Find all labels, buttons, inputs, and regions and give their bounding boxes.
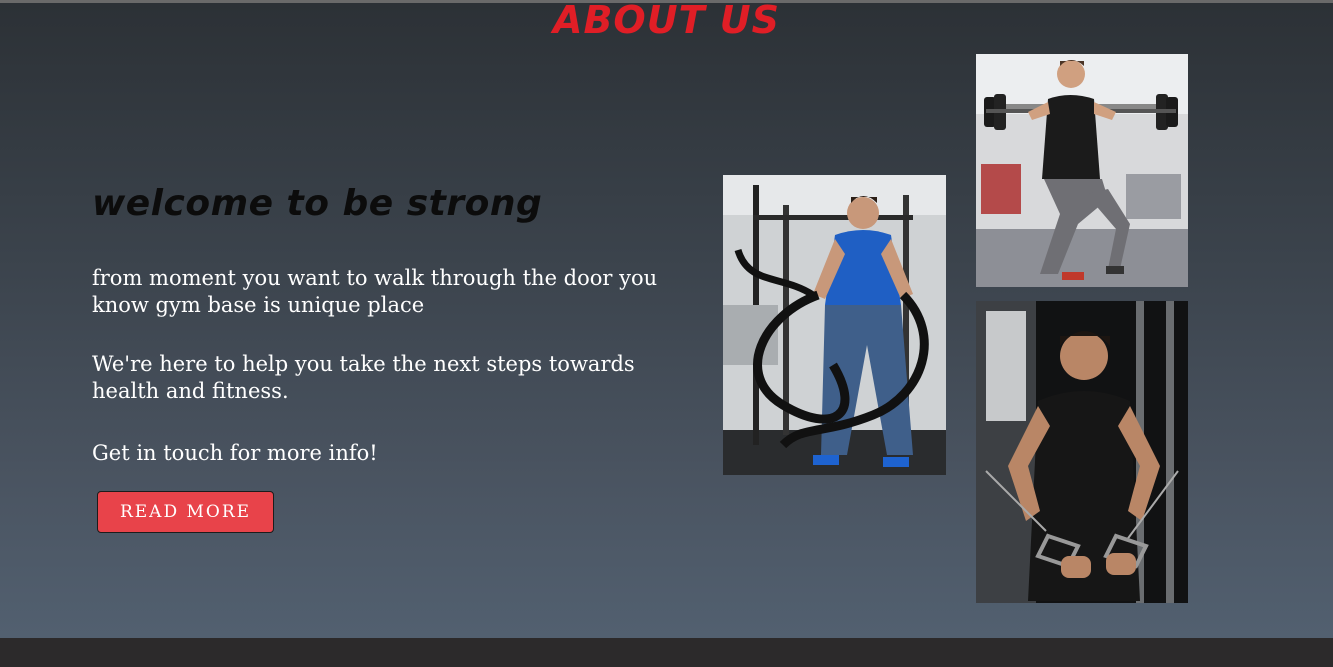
mission-paragraph: We're here to help you take the next ste… [92,352,635,403]
contact-paragraph: Get in touch for more info! [92,441,378,465]
read-more-button[interactable]: READ MORE [97,491,274,533]
intro-paragraph: from moment you want to walk through the… [92,266,658,317]
battle-ropes-photo [723,175,946,475]
footer-band [0,638,1333,667]
cable-crossover-photo [976,301,1188,603]
welcome-heading: welcome to be strong [92,183,543,224]
section-title: ABOUT US [553,3,780,42]
barbell-lunge-photo [976,54,1188,287]
about-section: ABOUT US welcome to be strong from momen… [0,3,1333,638]
